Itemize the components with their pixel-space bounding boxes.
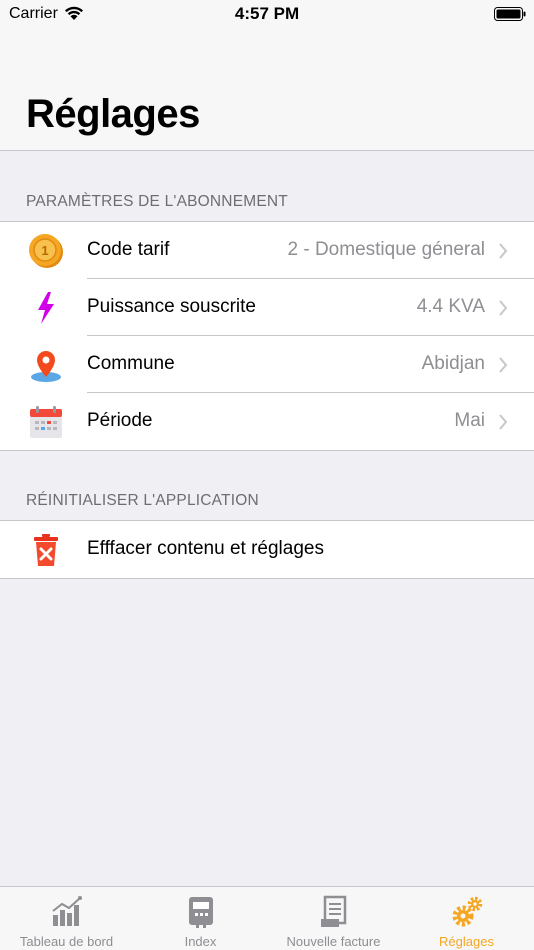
erase-content-label: Efffacer contenu et réglages [87,538,324,559]
tab-index-label: Index [184,934,217,949]
tab-dashboard[interactable]: Tableau de bord [0,887,133,950]
navigation-header: Carrier 4:57 PM Réglages [0,0,534,151]
settings-row-commune[interactable]: Commune Abidjan [0,336,534,393]
coin-icon: 1 [29,234,63,268]
chart-icon [51,896,82,926]
tab-new-invoice[interactable]: Nouvelle facture [267,887,400,950]
chevron-right-icon [499,414,508,430]
svg-text:1: 1 [41,243,48,258]
settings-row-tariff-code[interactable]: 1 Code tarif 2 - Domestique géneral [0,222,534,279]
tariff-code-value: 2 - Domestique géneral [287,239,486,260]
page-title: Réglages [26,92,200,136]
tab-settings[interactable]: Réglages [400,887,533,950]
subscribed-power-label: Puissance souscrite [87,296,256,317]
settings-row-subscribed-power[interactable]: Puissance souscrite 4.4 KVA [0,279,534,336]
calendar-icon [30,406,62,438]
tab-bar: Tableau de bord Index Nouvelle facture R… [0,886,534,950]
chevron-right-icon [499,243,508,259]
tab-new-invoice-label: Nouvelle facture [286,934,381,949]
section-header-reset: RÉINITIALISER L'APPLICATION [26,492,259,509]
status-bar: Carrier 4:57 PM [0,0,534,30]
lightning-icon [38,292,54,324]
meter-icon [188,897,213,928]
commune-value: Abidjan [421,353,485,374]
tab-settings-label: Réglages [439,934,494,949]
location-pin-icon [31,351,61,382]
chevron-right-icon [499,357,508,373]
subscription-settings-group: 1 Code tarif 2 - Domestique géneral Puis… [0,221,534,451]
commune-label: Commune [87,353,175,374]
invoice-icon [320,895,346,927]
settings-row-period[interactable]: Période Mai [0,393,534,450]
reset-group: Efffacer contenu et réglages [0,520,534,579]
chevron-right-icon [499,300,508,316]
battery-icon [494,7,526,21]
section-header-subscription: PARAMÈTRES DE L'ABONNEMENT [26,193,288,210]
gears-icon [452,896,482,927]
tab-index[interactable]: Index [134,887,267,950]
tariff-code-label: Code tarif [87,239,170,260]
erase-content-and-settings-button[interactable]: Efffacer contenu et réglages [0,521,534,578]
clock: 4:57 PM [234,4,300,23]
tab-dashboard-label: Tableau de bord [19,934,114,949]
trash-icon [34,534,58,566]
subscribed-power-value: 4.4 KVA [416,296,485,317]
period-value: Mai [454,410,485,431]
period-label: Période [87,410,153,431]
